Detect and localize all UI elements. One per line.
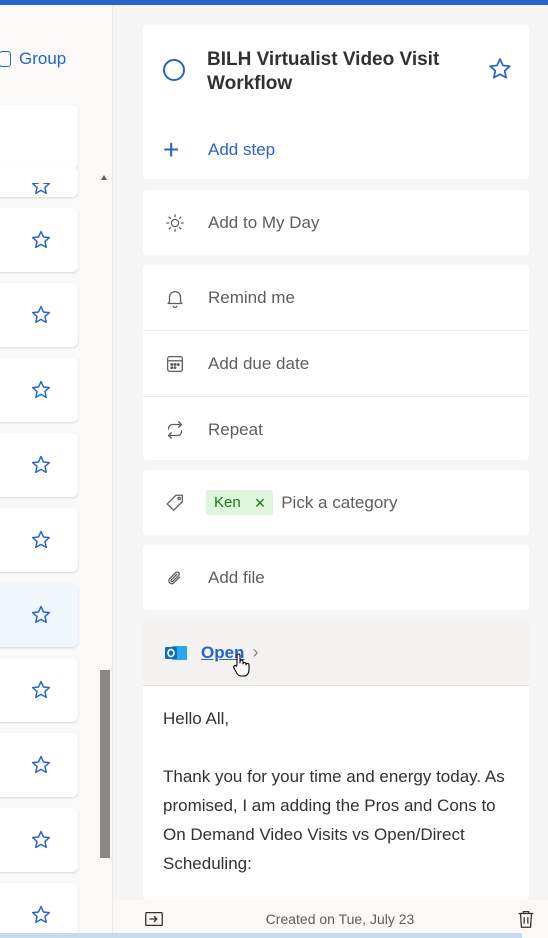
task-detail-panel: BILH Virtualist Video Visit Workflow + A… bbox=[112, 5, 548, 938]
note-greeting: Hello All, bbox=[163, 709, 230, 728]
star-icon[interactable] bbox=[30, 604, 52, 626]
group-label: Group bbox=[19, 49, 67, 68]
my-day-label: Add to My Day bbox=[208, 212, 320, 232]
outlook-icon bbox=[165, 645, 187, 660]
task-title-card: BILH Virtualist Video Visit Workflow + A… bbox=[143, 25, 529, 179]
star-icon[interactable] bbox=[30, 829, 52, 851]
star-icon[interactable] bbox=[30, 904, 52, 926]
plus-icon: + bbox=[163, 134, 180, 165]
bottom-strip bbox=[0, 933, 522, 938]
task-list-item[interactable] bbox=[0, 583, 78, 647]
task-list-panel: Group bbox=[0, 5, 112, 938]
note-header: Open › bbox=[143, 620, 529, 686]
repeat-label: Repeat bbox=[208, 419, 263, 439]
add-task-box[interactable] bbox=[0, 105, 78, 169]
schedule-card: Remind me Add due date Repeat bbox=[143, 265, 529, 460]
star-icon[interactable] bbox=[30, 679, 52, 701]
file-card: Add file bbox=[143, 545, 529, 610]
category-row[interactable]: Ken × Pick a category bbox=[143, 470, 529, 535]
my-day-card: Add to My Day bbox=[143, 190, 529, 255]
repeat-button[interactable]: Repeat bbox=[143, 397, 529, 462]
star-icon[interactable] bbox=[30, 229, 52, 251]
chevron-right-icon[interactable]: › bbox=[252, 642, 258, 663]
task-list-item[interactable] bbox=[0, 808, 78, 872]
task-list-item[interactable] bbox=[0, 733, 78, 797]
paperclip-icon bbox=[163, 566, 187, 590]
remind-me-button[interactable]: Remind me bbox=[143, 265, 529, 330]
pick-category-label[interactable]: Pick a category bbox=[281, 493, 397, 513]
star-icon[interactable] bbox=[30, 183, 52, 197]
complete-task-checkbox[interactable] bbox=[163, 59, 185, 81]
note-card: Open › Hello All, Thank you for your tim… bbox=[143, 620, 529, 900]
add-step-label: Add step bbox=[208, 140, 276, 159]
tag-icon bbox=[163, 491, 187, 515]
task-title[interactable]: BILH Virtualist Video Visit Workflow bbox=[207, 48, 487, 96]
scrollbar-thumb[interactable] bbox=[100, 670, 110, 858]
add-file-label: Add file bbox=[208, 567, 265, 587]
category-chip[interactable]: Ken × bbox=[206, 490, 274, 515]
add-due-date-button[interactable]: Add due date bbox=[143, 331, 529, 396]
task-list-item[interactable] bbox=[0, 208, 78, 272]
group-button[interactable]: Group bbox=[0, 49, 66, 69]
task-list-item[interactable] bbox=[0, 433, 78, 497]
bell-icon bbox=[163, 286, 187, 310]
remove-category-icon[interactable]: × bbox=[255, 494, 266, 512]
category-chip-label: Ken bbox=[214, 494, 241, 511]
repeat-icon bbox=[163, 418, 187, 442]
star-icon[interactable] bbox=[30, 304, 52, 326]
due-date-label: Add due date bbox=[208, 353, 310, 373]
add-file-button[interactable]: Add file bbox=[143, 545, 529, 610]
calendar-icon bbox=[163, 352, 187, 376]
task-list-item[interactable] bbox=[0, 883, 78, 938]
task-list-item[interactable] bbox=[0, 358, 78, 422]
task-list-item[interactable] bbox=[0, 658, 78, 722]
star-icon[interactable] bbox=[30, 454, 52, 476]
add-step-button[interactable]: + Add step bbox=[143, 121, 529, 179]
task-list-item[interactable] bbox=[0, 283, 78, 347]
note-text: Thank you for your time and energy today… bbox=[163, 767, 505, 873]
add-to-my-day-button[interactable]: Add to My Day bbox=[143, 190, 529, 255]
category-card: Ken × Pick a category bbox=[143, 470, 529, 535]
group-icon bbox=[0, 51, 11, 67]
note-body[interactable]: Hello All, Thank you for your time and e… bbox=[143, 686, 529, 900]
hand-cursor-icon bbox=[233, 653, 250, 677]
sun-icon bbox=[163, 211, 187, 235]
star-icon[interactable] bbox=[30, 379, 52, 401]
importance-star-icon[interactable] bbox=[487, 56, 513, 82]
star-icon[interactable] bbox=[30, 754, 52, 776]
created-date: Created on Tue, July 23 bbox=[265, 911, 415, 927]
scroll-up-arrow-icon[interactable] bbox=[101, 175, 107, 180]
task-list-item[interactable] bbox=[0, 508, 78, 572]
task-list-item[interactable] bbox=[0, 167, 78, 197]
trash-icon[interactable] bbox=[515, 908, 537, 930]
remind-me-label: Remind me bbox=[208, 287, 295, 307]
hide-detail-icon[interactable] bbox=[143, 908, 165, 930]
star-icon[interactable] bbox=[30, 529, 52, 551]
